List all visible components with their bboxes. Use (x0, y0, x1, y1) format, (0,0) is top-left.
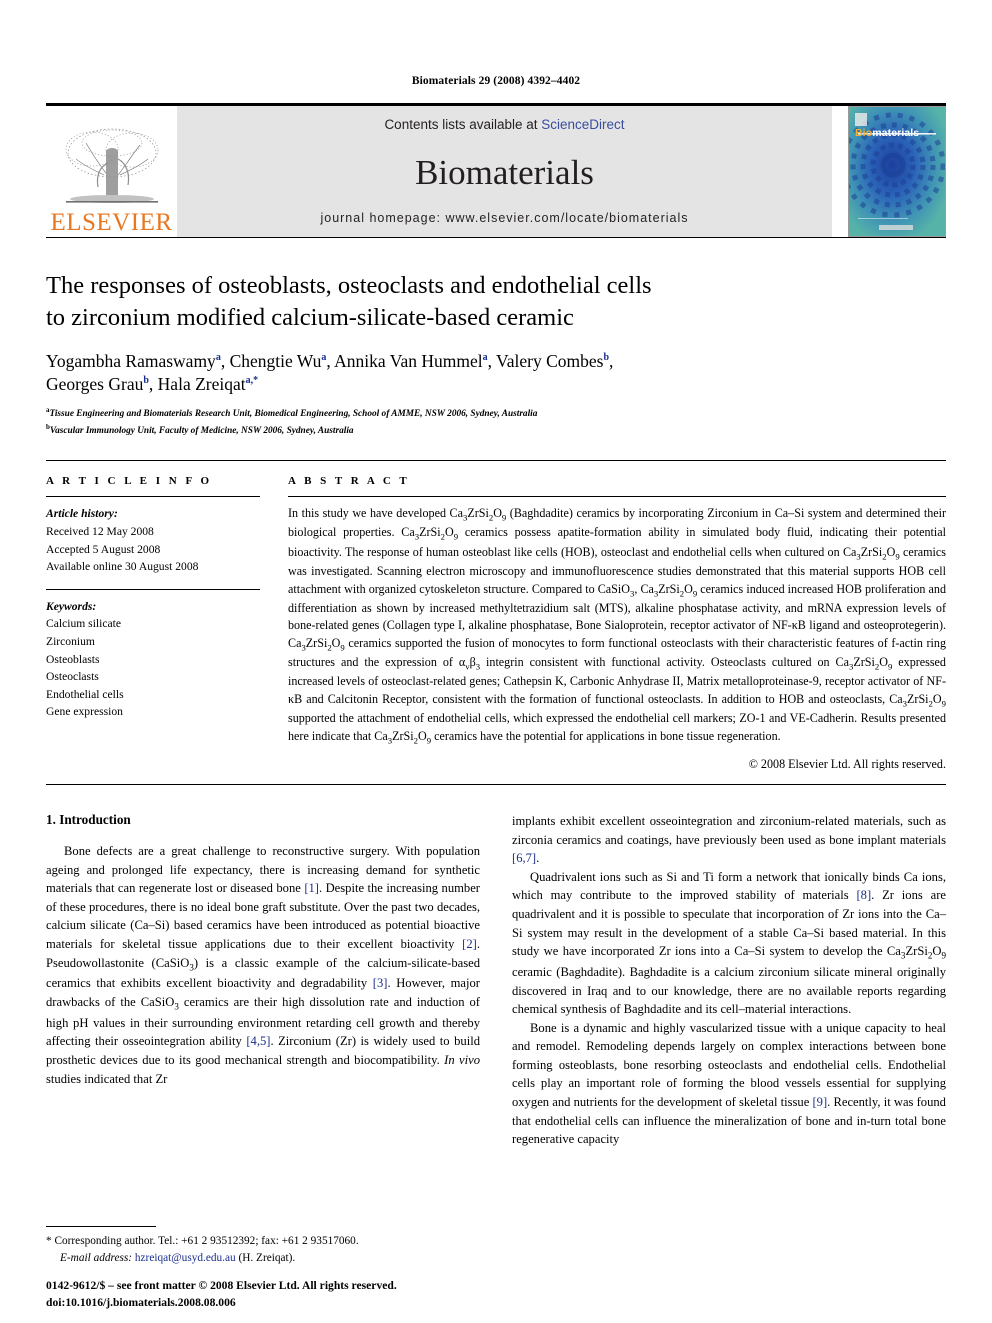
article-history-heading: Article history: (46, 507, 118, 521)
author-affiliation-mark: a (321, 351, 327, 363)
keyword-item: Endothelial cells (46, 687, 124, 701)
masthead-bottom-rule (46, 237, 946, 238)
footnote-corresponding: * Corresponding author. Tel.: +61 2 9351… (46, 1235, 359, 1248)
paragraph: Bone defects are a great challenge to re… (46, 844, 480, 1086)
article-history-block: Article history: Received 12 May 2008 Ac… (46, 505, 260, 575)
cover-title-bio: Bio (855, 127, 873, 139)
citation-link[interactable]: [1] (304, 881, 319, 895)
author-affiliation-mark: a (215, 351, 221, 363)
paragraph: implants exhibit excellent osseointegrat… (512, 814, 946, 866)
info-abstract-region: A R T I C L E I N F O Article history: R… (46, 460, 946, 772)
keyword-item: Calcium silicate (46, 617, 122, 631)
abstract-label: A B S T R A C T (288, 475, 410, 488)
email-suffix: (H. Zreiqat). (238, 1252, 296, 1265)
article-info-label: A R T I C L E I N F O (46, 475, 213, 488)
affiliation-line: bVascular Immunology Unit, Faculty of Me… (46, 422, 354, 436)
footer-doi-line: doi:10.1016/j.biomaterials.2008.08.006 (46, 1295, 236, 1309)
abstract-bottom-rule (46, 784, 946, 786)
paragraph: Bone is a dynamic and highly vascularize… (512, 1020, 946, 1147)
journal-article-page: Biomaterials 29 (2008) 4392–4402 ELSEVIE… (0, 0, 992, 1323)
journal-homepage-link[interactable]: journal homepage: www.elsevier.com/locat… (320, 211, 688, 225)
abstract-rule (288, 496, 946, 498)
body-column-left: 1. Introduction Bone defects are a great… (46, 812, 480, 1148)
history-item: Received 12 May 2008 (46, 524, 154, 538)
article-info-rule (46, 496, 260, 498)
footnote-email-line: E-mail address: hzreiqat@usyd.edu.au (H.… (46, 1250, 476, 1267)
author-name: Annika Van Hummel (334, 350, 483, 371)
email-label: E-mail address: (60, 1252, 133, 1265)
citation-link[interactable]: [6,7] (512, 851, 536, 865)
elsevier-wordmark: ELSEVIER (50, 209, 173, 236)
body-columns: 1. Introduction Bone defects are a great… (46, 812, 946, 1148)
article-title-line-2: to zirconium modified calcium-silicate-b… (46, 303, 574, 331)
affiliation-line: aTissue Engineering and Biomaterials Res… (46, 406, 538, 420)
page-title: The responses of osteoblasts, osteoclast… (46, 270, 946, 334)
author-affiliation-mark: a,* (245, 375, 259, 387)
contents-prefix: Contents lists available at (384, 117, 542, 132)
journal-title: Biomaterials (415, 152, 594, 192)
keyword-item: Osteoclasts (46, 670, 99, 684)
keywords-heading: Keywords: (46, 599, 97, 613)
keyword-item: Osteoblasts (46, 652, 100, 666)
cover-title-materials: materials (872, 127, 920, 139)
abstract-column: A B S T R A C T In this study we have de… (278, 461, 946, 772)
journal-masthead: ELSEVIER Contents lists available at Sci… (46, 103, 946, 237)
paragraph: Quadrivalent ions such as Si and Ti form… (512, 869, 946, 1017)
contents-available-line: Contents lists available at ScienceDirec… (384, 117, 624, 132)
page-footer: 0142-9612/$ – see front matter © 2008 El… (46, 1278, 516, 1311)
history-item: Available online 30 August 2008 (46, 560, 199, 574)
citation-link[interactable]: [8] (856, 888, 871, 902)
article-title-line-1: The responses of osteoblasts, osteoclast… (46, 272, 652, 299)
author-affiliation-mark: b (143, 375, 149, 387)
keywords-rule (46, 588, 260, 590)
copyright-line: © 2008 Elsevier Ltd. All rights reserved… (748, 757, 946, 772)
footnote-rule (46, 1226, 156, 1228)
section-heading-introduction: 1. Introduction (46, 812, 131, 828)
journal-band: Contents lists available at ScienceDirec… (177, 106, 832, 237)
sciencedirect-link[interactable]: ScienceDirect (541, 117, 624, 132)
citation-link[interactable]: [2] (462, 937, 477, 951)
author-name: Chengtie Wu (229, 350, 322, 371)
author-list: Yogambha Ramaswamya, Chengtie Wua, Annik… (46, 350, 614, 395)
elsevier-logo: ELSEVIER (46, 106, 177, 237)
body-column-right: implants exhibit excellent osseointegrat… (512, 812, 946, 1148)
journal-cover-thumbnail: Biomaterials (848, 106, 946, 237)
article-info-column: A R T I C L E I N F O Article history: R… (46, 461, 278, 772)
citation-link[interactable]: [9] (812, 1095, 827, 1109)
citation-link[interactable]: [3] (373, 976, 388, 990)
keywords-block: Keywords: Calcium silicate Zirconium Ost… (46, 598, 260, 721)
corresponding-author-footnote: * Corresponding author. Tel.: +61 2 9351… (46, 1226, 476, 1267)
author-affiliation-mark: a (482, 351, 488, 363)
abstract-text: In this study we have developed Ca3ZrSi2… (288, 506, 946, 746)
email-link[interactable]: hzreiqat@usyd.edu.au (135, 1252, 236, 1264)
elsevier-tree-icon (65, 128, 158, 203)
affiliations: aTissue Engineering and Biomaterials Res… (46, 405, 946, 438)
author-name: Georges Grau (46, 374, 144, 395)
author-name: Hala Zreiqat (157, 374, 246, 395)
footer-issn-line: 0142-9612/$ – see front matter © 2008 El… (46, 1279, 397, 1293)
running-head: Biomaterials 29 (2008) 4392–4402 (411, 75, 581, 87)
author-name: Valery Combes (496, 350, 604, 371)
citation-link[interactable]: [4,5] (246, 1034, 270, 1048)
keyword-item: Gene expression (46, 705, 123, 719)
author-affiliation-mark: b (603, 351, 610, 363)
author-name: Yogambha Ramaswamy (46, 350, 216, 371)
keyword-item: Zirconium (46, 634, 95, 648)
history-item: Accepted 5 August 2008 (46, 542, 161, 556)
